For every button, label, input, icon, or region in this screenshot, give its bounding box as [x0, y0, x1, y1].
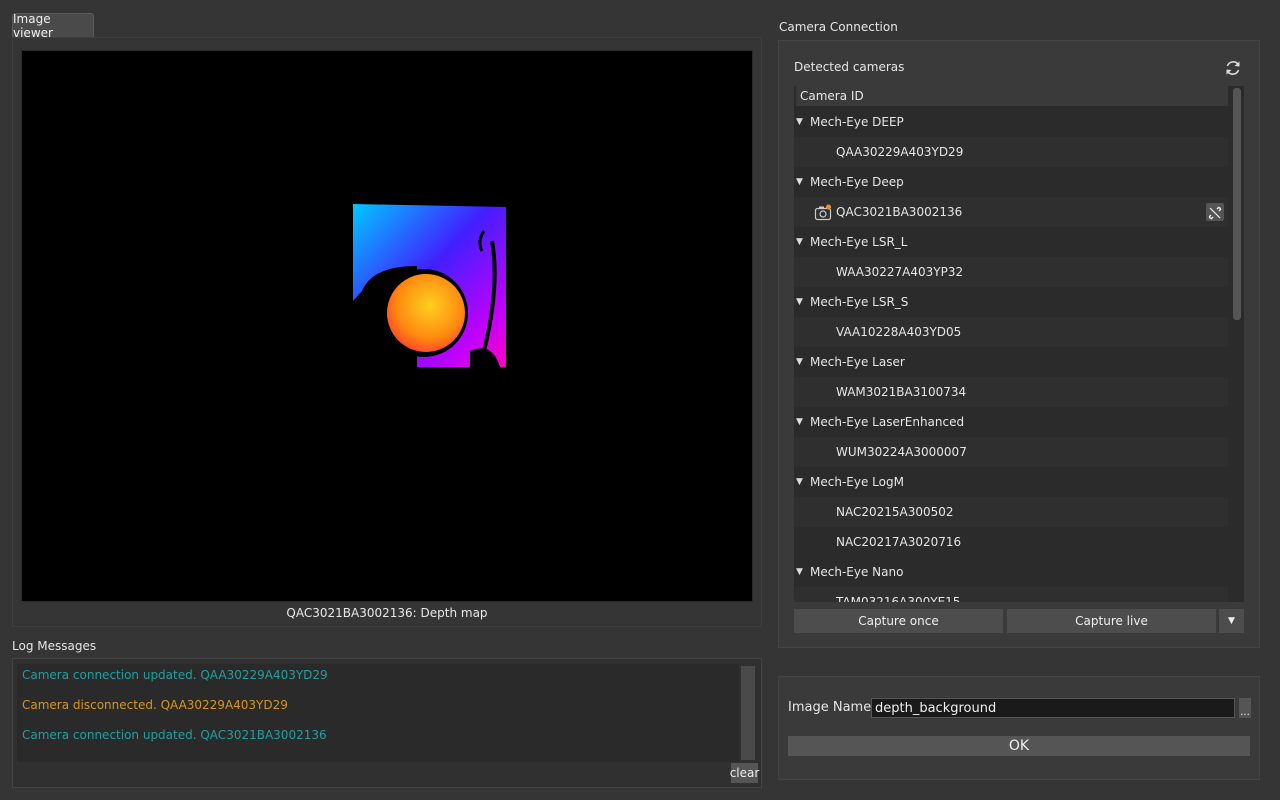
camera-id: QAC3021BA3002136 — [836, 205, 963, 219]
group-name: Mech-Eye DEEP — [810, 115, 904, 129]
camera-row-connected[interactable]: QAC3021BA3002136 — [794, 197, 1228, 227]
camera-row[interactable]: NAC20215A300502 — [794, 497, 1228, 527]
chevron-down-icon: ▼ — [1228, 616, 1235, 626]
column-header-camera-id[interactable]: Camera ID — [796, 86, 1228, 106]
ok-button[interactable]: OK — [788, 736, 1250, 756]
browse-button[interactable]: ... — [1239, 698, 1251, 718]
camera-row[interactable]: QAA30229A403YD29 — [794, 137, 1228, 167]
camera-tree[interactable]: Camera ID ▼ Mech-Eye DEEP QAA30229A403YD… — [794, 86, 1244, 602]
image-name-label: Image Name: — [788, 700, 876, 715]
camera-id: WAA30227A403YP32 — [836, 265, 964, 279]
depth-map-image — [353, 204, 506, 367]
capture-once-button[interactable]: Capture once — [794, 609, 1003, 633]
group-name: Mech-Eye LSR_S — [810, 295, 909, 309]
camera-connection-title: Camera Connection — [779, 20, 898, 34]
camera-id: TAM03216A300YE15 — [836, 595, 961, 602]
expand-arrow-icon[interactable]: ▼ — [796, 557, 803, 587]
camera-row[interactable]: VAA10228A403YD05 — [794, 317, 1228, 347]
camera-id: WUM30224A3000007 — [836, 445, 967, 459]
depth-map-canvas[interactable] — [21, 50, 753, 602]
log-message: Camera connection updated. QAC3021BA3002… — [22, 728, 327, 742]
group-name: Mech-Eye Laser — [810, 355, 905, 369]
group-name: Mech-Eye LaserEnhanced — [810, 415, 965, 429]
image-name-input[interactable] — [871, 698, 1235, 718]
disconnect-icon[interactable] — [1206, 203, 1224, 221]
camera-row[interactable]: WAA30227A403YP32 — [794, 257, 1228, 287]
tree-group[interactable]: ▼ Mech-Eye Laser — [794, 347, 1228, 377]
log-scrollbar[interactable] — [741, 666, 755, 760]
expand-arrow-icon[interactable]: ▼ — [796, 287, 803, 317]
expand-arrow-icon[interactable]: ▼ — [796, 347, 803, 377]
camera-id: QAA30229A403YD29 — [836, 145, 964, 159]
detected-cameras-label: Detected cameras — [794, 60, 905, 74]
log-message: Camera disconnected. QAA30229A403YD29 — [22, 698, 288, 712]
tree-group[interactable]: ▼ Mech-Eye Nano — [794, 557, 1228, 587]
camera-row[interactable]: TAM03216A300YE15 — [794, 587, 1228, 602]
expand-arrow-icon[interactable]: ▼ — [796, 467, 803, 497]
group-name: Mech-Eye LogM — [810, 475, 904, 489]
expand-arrow-icon[interactable]: ▼ — [796, 227, 803, 257]
camera-id: NAC20215A300502 — [836, 505, 954, 519]
group-name: Mech-Eye Deep — [810, 175, 904, 189]
camera-row[interactable]: WAM3021BA3100734 — [794, 377, 1228, 407]
camera-id: NAC20217A3020716 — [836, 535, 962, 549]
camera-row[interactable]: NAC20217A3020716 — [794, 527, 1228, 557]
tree-group[interactable]: ▼ Mech-Eye LSR_L — [794, 227, 1228, 257]
tree-scrollbar[interactable] — [1233, 88, 1241, 320]
log-message: Camera connection updated. QAA30229A403Y… — [22, 668, 328, 682]
clear-button[interactable]: clear — [730, 763, 759, 783]
expand-arrow-icon[interactable]: ▼ — [796, 107, 803, 137]
camera-connected-icon — [814, 203, 832, 221]
capture-live-button[interactable]: Capture live — [1007, 609, 1216, 633]
refresh-icon[interactable] — [1223, 58, 1243, 78]
tree-group[interactable]: ▼ Mech-Eye DEEP — [794, 107, 1228, 137]
expand-arrow-icon[interactable]: ▼ — [796, 167, 803, 197]
image-name-panel — [778, 676, 1260, 780]
tab-image-viewer[interactable]: Image viewer — [12, 12, 94, 40]
group-name: Mech-Eye LSR_L — [810, 235, 908, 249]
camera-id: WAM3021BA3100734 — [836, 385, 967, 399]
tree-group[interactable]: ▼ Mech-Eye Deep — [794, 167, 1228, 197]
group-name: Mech-Eye Nano — [810, 565, 904, 579]
log-messages-title: Log Messages — [12, 639, 97, 653]
expand-arrow-icon[interactable]: ▼ — [796, 407, 803, 437]
camera-id: VAA10228A403YD05 — [836, 325, 962, 339]
camera-row[interactable]: WUM30224A3000007 — [794, 437, 1228, 467]
tree-group[interactable]: ▼ Mech-Eye LogM — [794, 467, 1228, 497]
tree-group[interactable]: ▼ Mech-Eye LaserEnhanced — [794, 407, 1228, 437]
capture-options-dropdown[interactable]: ▼ — [1219, 609, 1244, 633]
tree-group[interactable]: ▼ Mech-Eye LSR_S — [794, 287, 1228, 317]
image-caption: QAC3021BA3002136: Depth map — [286, 606, 488, 620]
